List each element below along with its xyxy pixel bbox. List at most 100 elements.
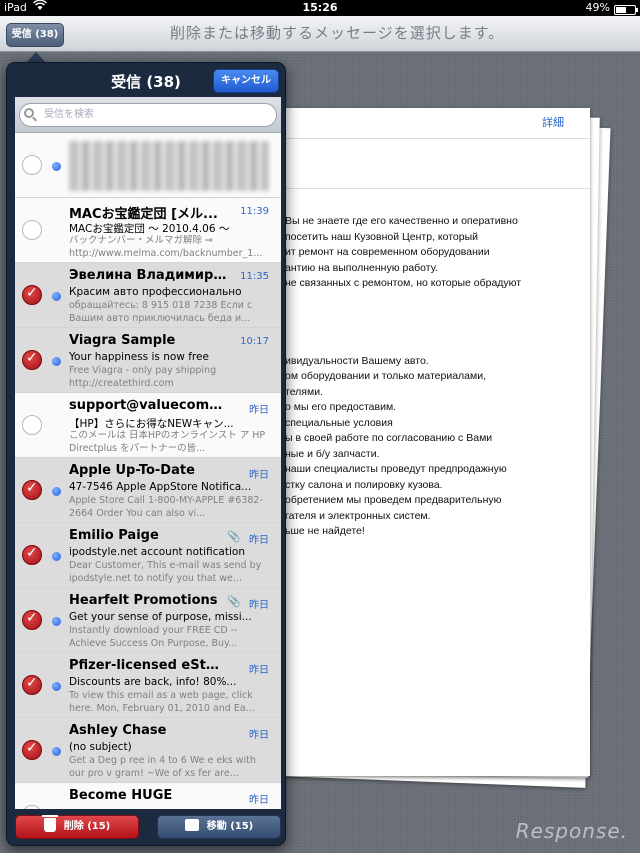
- unread-dot-icon: [52, 292, 61, 301]
- body-line: обретением мы проведем предварительную: [285, 494, 502, 506]
- body-line: специальные условия: [285, 416, 393, 429]
- body-line: ы в своей работе по согласованию с Вами: [285, 432, 493, 444]
- message-preview: バックナンバー・メルマガ解除 ⇒ http://www.melma.com/ba…: [69, 235, 263, 259]
- move-label: 移動 (15): [206, 821, 254, 832]
- message-time: 昨日: [249, 795, 269, 806]
- popover-title: 受信 (38): [111, 73, 181, 91]
- select-checkmark-icon[interactable]: [22, 610, 42, 630]
- popover-header: 受信 (38) キャンセル: [11, 67, 281, 97]
- message-row[interactable]: Pfizer-licensed eStore 昨日 Discounts are ba…: [15, 653, 281, 718]
- message-row[interactable]: Viagra Sample 10:17 Your happiness is now …: [15, 328, 281, 393]
- message-sender: Эвелина Владимир...: [69, 268, 227, 283]
- message-preview: Get a Deg p ree in 4 to 6 We e eks with …: [69, 755, 256, 779]
- select-checkmark-icon[interactable]: [22, 220, 42, 240]
- body-line: о мы его предоставим.: [285, 401, 397, 413]
- body-line: [285, 292, 521, 308]
- message-row[interactable]: Эвелина Владимир... 11:35 Красим авто проф…: [15, 263, 281, 328]
- inbox-button[interactable]: 受信 (38): [6, 23, 64, 47]
- message-sender: MACお宝鑑定団 [メル...: [69, 207, 218, 222]
- select-checkmark-icon[interactable]: [22, 285, 42, 305]
- message-row[interactable]: Become HUGE 昨日: [15, 783, 281, 809]
- message-sender: Hearfelt Promotions: [69, 593, 218, 608]
- details-link[interactable]: 詳細: [542, 114, 564, 130]
- unread-dot-icon: [52, 162, 61, 171]
- unread-dot-icon: [52, 747, 61, 756]
- move-button[interactable]: 移動 (15): [157, 815, 281, 839]
- paperclip-icon: 📎: [227, 530, 241, 543]
- message-row[interactable]: Hearfelt Promotions 📎 昨日Get your sense of …: [15, 588, 281, 653]
- delete-label: 削除 (15): [63, 821, 111, 832]
- body-line: телями.: [285, 385, 323, 398]
- body-line: ьше не найдете!: [285, 525, 365, 537]
- select-checkmark-icon[interactable]: [22, 155, 42, 175]
- message-time: 11:35: [240, 271, 269, 282]
- battery-percent: 49%: [585, 1, 610, 14]
- message-subject: 【HP】さらにお得なNEWキャン...: [69, 418, 234, 430]
- message-time: 昨日: [249, 405, 269, 416]
- select-checkmark-icon[interactable]: [22, 350, 42, 370]
- message-detail: 詳細 Вы не знаете где его качественно и оп…: [280, 108, 590, 776]
- folder-icon: [184, 819, 199, 831]
- message-preview: Instantly download your FREE CD -- Achie…: [69, 625, 238, 649]
- cancel-button[interactable]: キャンセル: [213, 69, 279, 93]
- unread-dot-icon: [52, 617, 61, 626]
- watermark-logo: Response.: [515, 819, 628, 843]
- message-preview: Free Viagra - only pay shipping http://c…: [69, 365, 217, 389]
- unread-dot-icon: [52, 357, 61, 366]
- divider: [280, 138, 590, 139]
- body-line: [285, 338, 521, 354]
- divider: [280, 188, 590, 189]
- body-line: стку салона и полировку кузова.: [285, 478, 443, 491]
- message-preview: このメールは 日本HPのオンラインスト ア HP Directplus をパート…: [69, 430, 266, 454]
- message-subject: ipodstyle.net account notification: [69, 546, 245, 558]
- message-preview: обращайтесь: 8 915 018 7238 Если с Вашим…: [69, 300, 253, 324]
- message-row[interactable]: Ashley Chase 昨日 (no subject) Get a Deg p re…: [15, 718, 281, 783]
- toolbar: 受信 (38) 削除または移動するメッセージを選択します。: [0, 16, 640, 52]
- message-sender: Viagra Sample: [69, 333, 176, 348]
- select-checkmark-icon[interactable]: [22, 675, 42, 695]
- select-checkmark-icon[interactable]: [22, 740, 42, 760]
- body-line: ит ремонт на современном оборудовании: [285, 246, 490, 258]
- message-row[interactable]: Apple Up-To-Date 昨日47-7546 Apple AppStore…: [15, 458, 281, 523]
- body-line: гателя и электронных систем.: [285, 509, 431, 522]
- message-row[interactable]: [15, 133, 281, 198]
- message-subject: (no subject): [69, 741, 132, 753]
- body-line: антию на выполненную работу.: [285, 261, 438, 274]
- select-checkmark-icon[interactable]: [22, 480, 42, 500]
- message-sender: Pfizer-licensed eStore: [69, 658, 227, 673]
- delete-button[interactable]: 削除 (15): [15, 815, 139, 839]
- trash-icon: [41, 815, 58, 832]
- body-line: ивидуальности Вашему авто.: [285, 354, 429, 367]
- message-sender: Apple Up-To-Date: [69, 463, 195, 478]
- blurred-content: [69, 141, 269, 191]
- selection-prompt: 削除または移動するメッセージを選択します。: [170, 24, 505, 42]
- message-row[interactable]: MACお宝鑑定団 [メル... 11:39 MACお宝鑑定団 〜 2010.4.06…: [15, 198, 281, 263]
- body-line: ом оборудовании и только материалами,: [285, 370, 487, 382]
- search-input[interactable]: 受信を検索: [19, 103, 277, 127]
- body-line: [285, 323, 521, 339]
- unread-dot-icon: [52, 552, 61, 561]
- message-preview: To view this email as a web page, click …: [69, 690, 255, 714]
- edit-toolbar: 削除 (15) 移動 (15): [11, 809, 281, 843]
- unread-dot-icon: [52, 487, 61, 496]
- body-line: [285, 307, 521, 323]
- select-checkmark-icon[interactable]: [22, 415, 42, 435]
- message-body: Вы не знаете где его качественно и опера…: [285, 214, 521, 540]
- message-subject: Красим авто профессионально: [69, 286, 242, 298]
- message-time: 昨日: [249, 535, 269, 546]
- unread-dot-icon: [52, 682, 61, 691]
- inbox-popover: 受信 (38) キャンセル 受信を検索 MACお宝鑑定団 [メル... 11:39…: [6, 62, 286, 846]
- message-row[interactable]: Emilio Paige 📎 昨日 ipodstyle.net account not…: [15, 523, 281, 588]
- message-preview: Apple Store Call 1-800-MY-APPLE #6382-26…: [69, 495, 263, 519]
- body-line: не связанных с ремонтом, но которые обра…: [285, 277, 522, 289]
- message-sender: Become HUGE: [69, 788, 173, 803]
- status-bar: iPad 15:26 49%: [0, 0, 640, 16]
- select-checkmark-icon[interactable]: [22, 545, 42, 565]
- body-line: наши специалисты проведут предпродажную: [285, 463, 507, 475]
- message-sender: Ashley Chase: [69, 723, 167, 738]
- clock: 15:26: [302, 1, 338, 14]
- body-line: посетить наш Кузовной Центр, который: [285, 230, 479, 243]
- message-time: 昨日: [249, 730, 269, 741]
- paperclip-icon: 📎: [227, 595, 241, 608]
- message-row[interactable]: support@valuecomm... 昨日 【HP】さらにお得なNEWキャン..…: [15, 393, 281, 458]
